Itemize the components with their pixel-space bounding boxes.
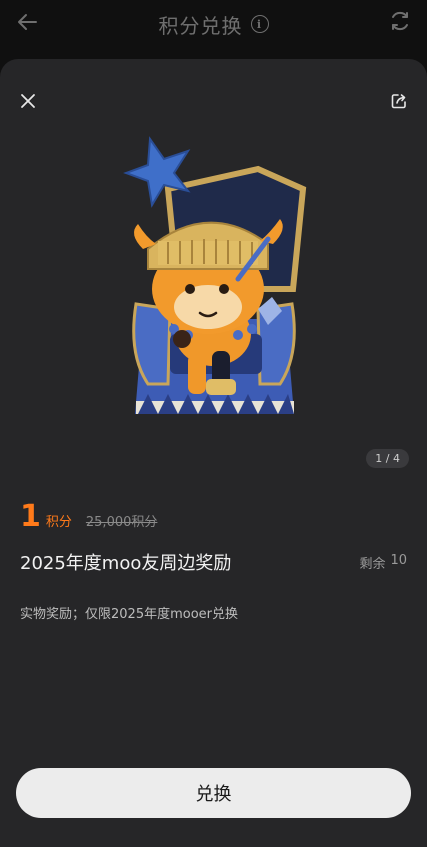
redeem-button[interactable]: 兑换 xyxy=(16,768,411,818)
price-unit: 积分 xyxy=(45,515,72,530)
background-header: 积分兑换 i xyxy=(0,0,427,48)
product-title: 2025年度moo友周边奖励 xyxy=(20,553,232,574)
page-title-text: 积分兑换 xyxy=(158,13,243,38)
close-icon[interactable] xyxy=(14,87,42,115)
stock-label: 剩余 xyxy=(359,556,386,572)
original-price: 25,000积分 xyxy=(85,515,158,530)
redeem-detail-sheet: 1 / 4 1 积分 25,000积分 2025年度moo友周边奖励 剩余 10… xyxy=(0,59,427,847)
refresh-icon[interactable] xyxy=(387,8,413,34)
title-row: 2025年度moo友周边奖励 剩余 10 xyxy=(20,549,407,575)
stock-remaining: 剩余 10 xyxy=(359,553,407,572)
product-description: 实物奖励；仅限2025年度mooer兑换 xyxy=(20,607,238,622)
image-pager: 1 / 4 xyxy=(366,449,409,468)
back-arrow-icon[interactable] xyxy=(14,8,42,36)
page-title: 积分兑换 i xyxy=(159,10,269,39)
stock-value: 10 xyxy=(390,552,407,568)
price-row: 1 积分 25,000积分 xyxy=(20,502,157,532)
info-icon[interactable]: i xyxy=(250,15,269,33)
share-icon[interactable] xyxy=(385,87,413,115)
product-image xyxy=(108,129,320,419)
price-points: 1 xyxy=(20,499,41,534)
